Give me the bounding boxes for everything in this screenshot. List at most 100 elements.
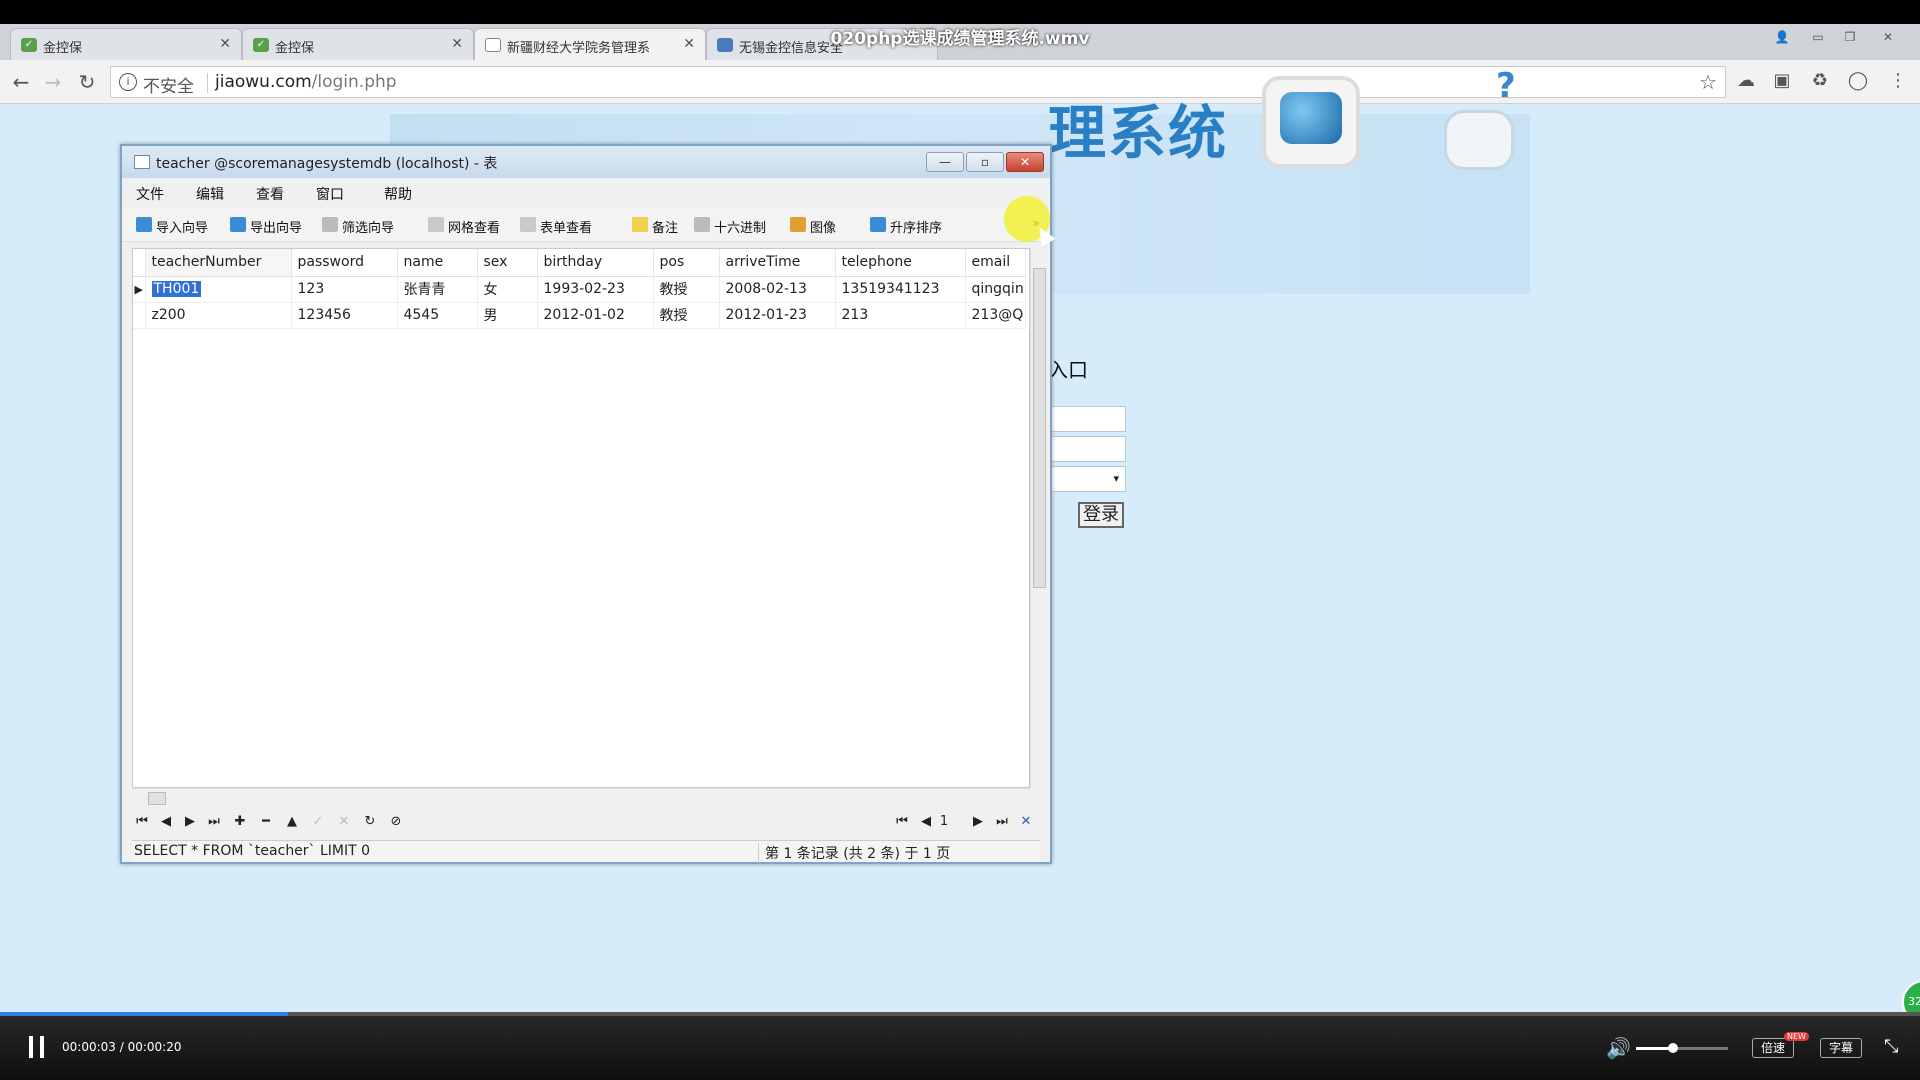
url-text[interactable]: jiaowu.com/login.php [215,72,397,92]
table-cell[interactable]: 2012-01-02 [537,302,654,329]
add-record-icon[interactable]: ✚ [230,814,250,832]
sort-ascending-button[interactable]: 升序排序 [870,217,942,236]
menu-window[interactable]: 窗口 [316,184,344,204]
cloud-icon[interactable]: ☁ [1734,70,1758,94]
table-cell[interactable]: 教授 [653,302,720,329]
tool-label: 网格查看 [448,221,501,236]
menu-edit[interactable]: 编辑 [196,184,224,204]
circle-icon[interactable]: ◯ [1846,70,1870,94]
progress-bar[interactable] [0,1012,1920,1016]
divider [207,73,208,93]
next-page-icon[interactable]: ▶ [968,814,988,832]
first-page-icon[interactable]: ⏮ [892,814,912,832]
apply-icon[interactable]: ✓ [308,814,328,832]
data-grid[interactable]: teacherNumber password name sex birthday… [132,248,1030,788]
column-header[interactable]: arriveTime [719,249,836,277]
minimize-button[interactable]: — [926,152,964,172]
table-cell[interactable]: qingqin [965,276,1026,303]
scroll-thumb[interactable] [148,792,166,805]
record-navigator: ⏮ ◀ ▶ ⏭ ✚ ━ ▲ ✓ ✕ ↻ ⊘ ⏮ ◀ 1 ▶ ⏭ ✕ [122,808,1050,838]
column-header[interactable]: sex [477,249,538,277]
volume-slider[interactable] [1636,1043,1728,1053]
table-row[interactable]: z200 123456 4545 男 2012-01-02 教授 2012-01… [133,302,1026,329]
forward-icon[interactable]: → [40,69,66,95]
image-button[interactable]: 图像 [790,217,836,236]
table-cell[interactable]: 213 [835,302,966,329]
table-cell[interactable]: 张青青 [397,276,478,303]
table-cell[interactable]: 1993-02-23 [537,276,654,303]
bookmark-star-icon[interactable]: ☆ [1699,70,1717,94]
address-bar[interactable]: i 不安全 jiaowu.com/login.php ☆ [110,66,1726,98]
table-cell[interactable]: 13519341123 [835,276,966,303]
limit-settings-icon[interactable]: ✕ [1016,814,1036,832]
table-toolbar: 导入向导 导出向导 筛选向导 网格查看 表单查看 备注 十六进制 图像 升序排序… [122,208,1050,242]
scroll-thumb[interactable] [1033,268,1046,588]
last-record-icon[interactable]: ⏭ [204,814,224,832]
note-button[interactable]: 备注 [632,217,678,236]
first-record-icon[interactable]: ⏮ [132,814,152,832]
table-cell[interactable]: 213@Q [965,302,1026,329]
vertical-scrollbar[interactable] [1030,248,1048,788]
column-header[interactable]: birthday [537,249,654,277]
maximize-button[interactable]: ▫ [966,152,1004,172]
table-icon [134,155,150,169]
table-cell[interactable]: 女 [477,276,538,303]
login-button[interactable]: 登录 [1078,502,1124,528]
recycle-icon[interactable]: ♻ [1808,70,1832,94]
table-cell[interactable]: 123456 [291,302,398,329]
speed-button[interactable]: 倍速 [1752,1038,1795,1058]
role-select[interactable]: ▾ [1050,466,1126,492]
edit-record-icon[interactable]: ▲ [282,814,302,832]
previous-page-icon[interactable]: ◀ [916,814,936,832]
import-wizard-button[interactable]: 导入向导 [136,217,208,236]
progress-fill [0,1012,288,1016]
table-cell[interactable]: z200 [145,302,292,329]
delete-record-icon[interactable]: ━ [256,814,276,832]
window-titlebar[interactable]: teacher @scoremanagesystemdb (localhost)… [122,146,1050,178]
form-view-button[interactable]: 表单查看 [520,217,592,236]
table-cell[interactable]: 2012-01-23 [719,302,836,329]
filter-wizard-button[interactable]: 筛选向导 [322,217,394,236]
stop-icon[interactable]: ⊘ [386,814,406,832]
column-header[interactable]: pos [653,249,720,277]
pause-button[interactable] [26,1036,48,1058]
column-header[interactable]: password [291,249,398,277]
username-input[interactable] [1050,406,1126,432]
grid-view-button[interactable]: 网格查看 [428,217,500,236]
back-icon[interactable]: ← [8,69,34,95]
subtitle-button[interactable]: 字幕 [1820,1038,1863,1058]
volume-icon[interactable]: 🔊 [1606,1036,1631,1060]
column-header[interactable]: email [965,249,1026,277]
table-cell[interactable]: 2008-02-13 [719,276,836,303]
volume-knob[interactable] [1667,1043,1678,1053]
hex-button[interactable]: 十六进制 [694,217,766,236]
menu-icon[interactable]: ⋮ [1886,70,1910,94]
page-number: 1 [939,814,949,829]
table-cell[interactable]: 男 [477,302,538,329]
refresh-icon[interactable]: ↻ [360,814,380,832]
table-cell[interactable]: TH001 [145,276,292,303]
close-button[interactable]: ✕ [1006,152,1044,172]
table-row[interactable]: ▶ TH001 123 张青青 女 1993-02-23 教授 2008-02-… [133,276,1026,303]
table-cell[interactable]: 教授 [653,276,720,303]
password-input[interactable] [1050,436,1126,462]
column-header[interactable]: name [397,249,478,277]
reload-icon[interactable]: ↻ [74,69,100,95]
cancel-icon[interactable]: ✕ [334,814,354,832]
column-header[interactable]: teacherNumber [145,249,292,277]
exit-fullscreen-icon[interactable]: ⤡ [1884,1036,1898,1057]
extension-icon[interactable]: ▣ [1770,70,1794,94]
menu-help[interactable]: 帮助 [384,184,412,204]
previous-record-icon[interactable]: ◀ [156,814,176,832]
column-header[interactable]: telephone [835,249,966,277]
export-wizard-button[interactable]: 导出向导 [230,217,302,236]
menu-view[interactable]: 查看 [256,184,284,204]
last-page-icon[interactable]: ⏭ [992,814,1012,832]
next-record-icon[interactable]: ▶ [180,814,200,832]
table-cell[interactable]: 4545 [397,302,478,329]
tool-label: 图像 [810,221,837,236]
info-icon[interactable]: i [119,73,137,91]
horizontal-scrollbar[interactable] [132,788,1030,806]
menu-file[interactable]: 文件 [136,184,164,204]
table-cell[interactable]: 123 [291,276,398,303]
